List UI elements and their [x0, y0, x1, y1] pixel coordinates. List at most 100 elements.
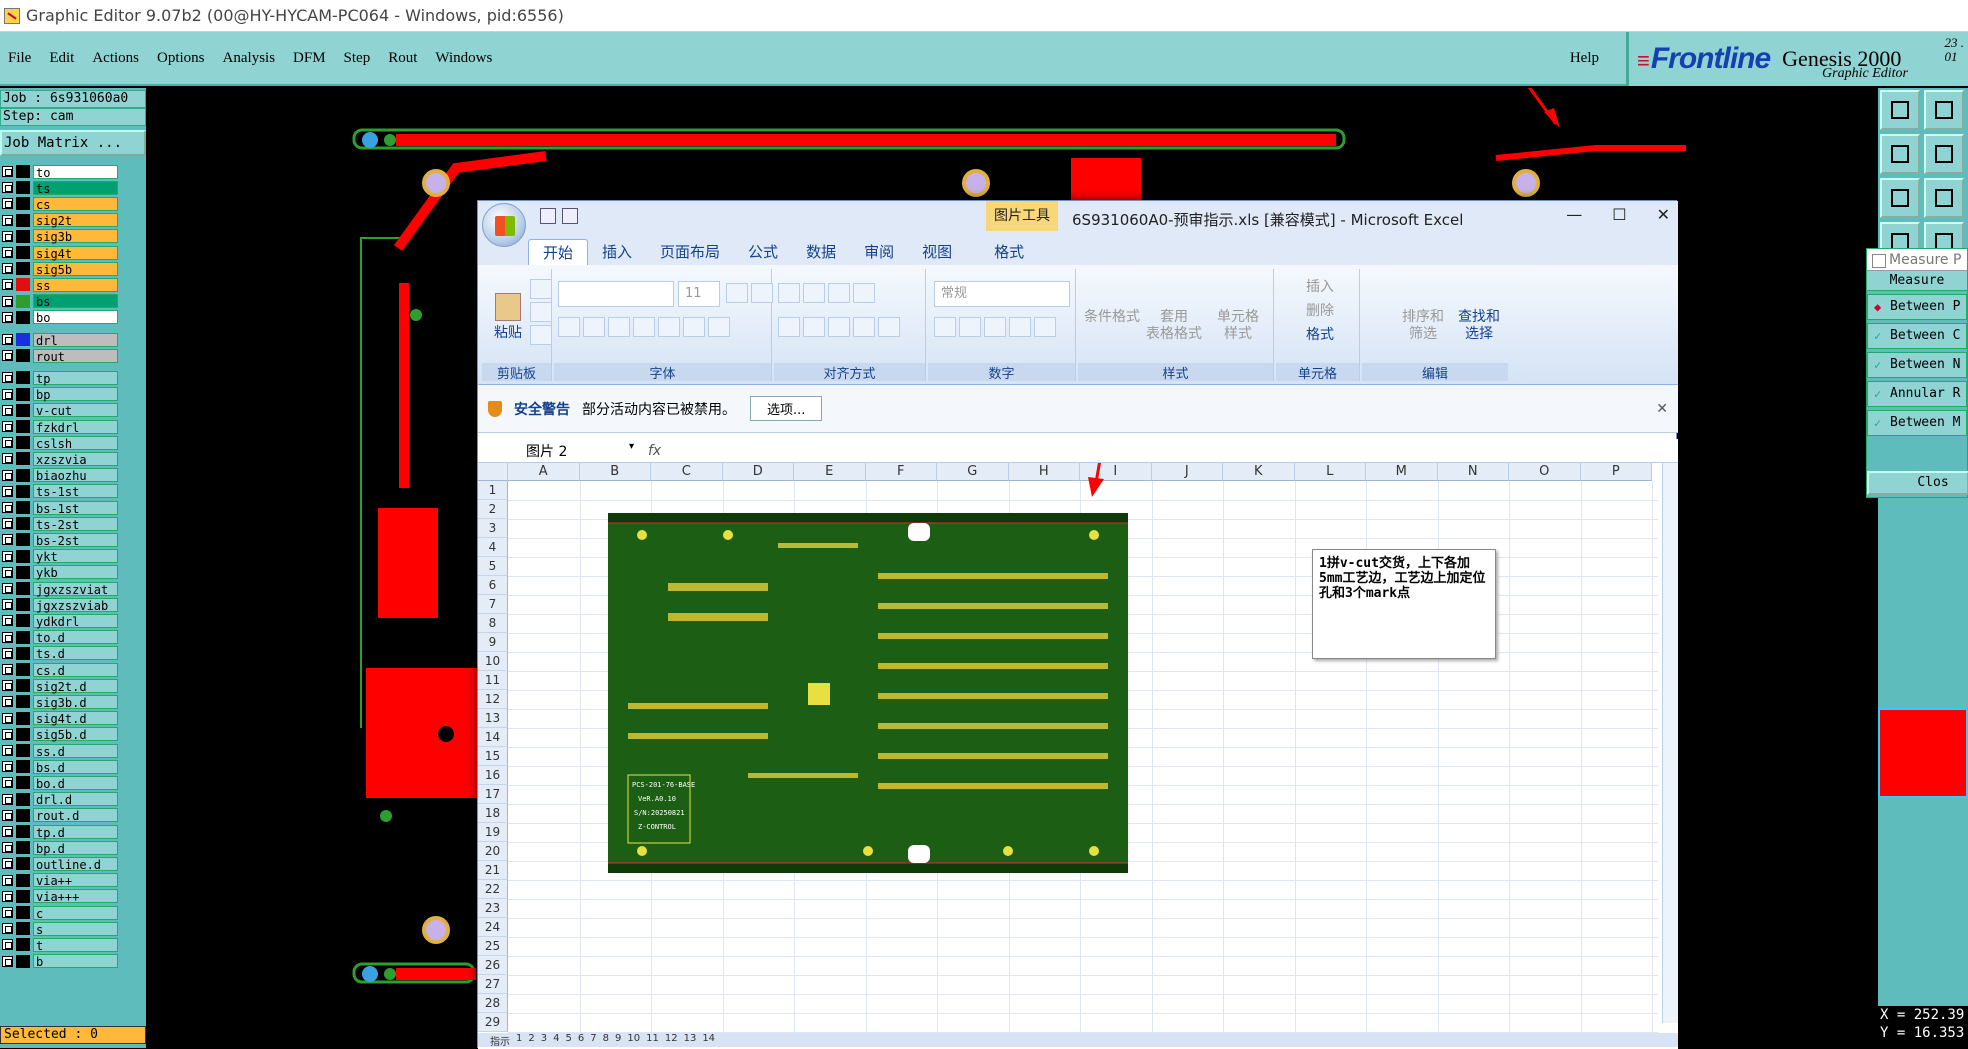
layer-checkbox[interactable]	[2, 485, 13, 497]
layer-row-xzszvia[interactable]: xzszvia	[0, 451, 118, 467]
column-header[interactable]: E	[794, 463, 866, 481]
indent-increase-icon[interactable]	[878, 317, 900, 337]
layer-checkbox[interactable]	[2, 745, 13, 756]
layer-checkbox[interactable]	[2, 809, 13, 821]
layer-row-sig3b[interactable]: sig3b	[0, 229, 118, 244]
layer-checkbox[interactable]	[2, 404, 13, 416]
note-textbox[interactable]: 1拼v-cut交货，上下各加5mm工艺边，工艺边上加定位孔和3个mark点	[1312, 549, 1496, 659]
layer-checkbox[interactable]	[2, 263, 13, 275]
column-header[interactable]: M	[1366, 463, 1438, 481]
layer-row-s[interactable]: s	[0, 921, 118, 937]
layer-checkbox[interactable]	[2, 793, 13, 805]
tool-button-1[interactable]	[1880, 90, 1920, 130]
layer-row-sig4t-d[interactable]: sig4t.d	[0, 711, 118, 726]
row-header[interactable]: 5	[478, 557, 508, 576]
layer-checkbox[interactable]	[2, 858, 13, 870]
row-header[interactable]: 17	[478, 785, 508, 804]
sort-filter-button[interactable]: 排序和 筛选	[1398, 309, 1448, 343]
sheet-tab[interactable]: 12	[665, 1033, 678, 1047]
italic-icon[interactable]	[583, 317, 605, 337]
tab-page-layout[interactable]: 页面布局	[646, 239, 734, 265]
row-header[interactable]: 21	[478, 861, 508, 880]
layer-row-to[interactable]: to	[0, 164, 118, 180]
layer-checkbox[interactable]	[2, 874, 13, 886]
tab-format[interactable]: 格式	[980, 239, 1038, 265]
row-header[interactable]: 3	[478, 519, 508, 538]
align-center-icon[interactable]	[803, 317, 825, 337]
align-right-icon[interactable]	[828, 317, 850, 337]
find-select-button[interactable]: 查找和 选择	[1454, 309, 1504, 343]
layer-row-ts[interactable]: ts	[0, 180, 118, 196]
menu-rout[interactable]: Rout	[379, 50, 426, 67]
layer-checkbox[interactable]	[2, 728, 13, 740]
tool-button-4[interactable]	[1924, 134, 1964, 174]
layer-checkbox[interactable]	[2, 664, 13, 675]
sheet-tab[interactable]: 7	[590, 1033, 596, 1047]
copy-icon[interactable]	[530, 302, 552, 322]
layer-row-ydkdrl[interactable]: ydkdrl	[0, 613, 118, 629]
conditional-format-button[interactable]: 条件格式	[1080, 309, 1144, 326]
cell-styles-button[interactable]: 单元格 样式	[1206, 309, 1270, 343]
layer-row-bo-d[interactable]: bo.d	[0, 775, 118, 791]
layer-checkbox[interactable]	[2, 583, 13, 594]
pcb-picture[interactable]: PCS-201-76-BASE VeR.A0.10 S/N:20250821 Z…	[608, 513, 1128, 873]
layer-checkbox[interactable]	[2, 350, 13, 362]
job-matrix-button[interactable]: Job Matrix ...	[0, 130, 146, 156]
layer-checkbox[interactable]	[2, 182, 13, 194]
tab-home[interactable]: 开始	[528, 239, 589, 265]
layer-checkbox[interactable]	[2, 647, 13, 659]
layer-row-bo[interactable]: bo	[0, 310, 118, 325]
layer-row-bs[interactable]: bs	[0, 294, 118, 309]
layer-checkbox[interactable]	[2, 214, 13, 226]
decrease-decimal-icon[interactable]	[1034, 317, 1056, 337]
sheet-tab[interactable]: 1	[516, 1033, 522, 1047]
measure-option-between-nets[interactable]: Between N	[1867, 352, 1967, 378]
insert-cells-button[interactable]: 插入	[1306, 279, 1334, 296]
format-painter-icon[interactable]	[530, 325, 552, 345]
office-button[interactable]	[482, 203, 526, 247]
menu-step[interactable]: Step	[335, 50, 380, 67]
fill-color-icon[interactable]	[658, 317, 680, 337]
layer-checkbox[interactable]	[2, 469, 13, 481]
layer-checkbox[interactable]	[2, 247, 13, 258]
tool-button-6[interactable]	[1924, 178, 1964, 218]
row-header[interactable]: 25	[478, 937, 508, 956]
layer-row-outline-d[interactable]: outline.d	[0, 856, 118, 872]
layer-checkbox[interactable]	[2, 939, 13, 951]
maximize-icon[interactable]: ☐	[1612, 205, 1626, 224]
layer-row-sig2t[interactable]: sig2t	[0, 213, 118, 228]
row-header[interactable]: 18	[478, 804, 508, 823]
layer-row-sig4t[interactable]: sig4t	[0, 245, 118, 261]
tool-button-2[interactable]	[1924, 90, 1964, 130]
tab-view[interactable]: 视图	[908, 239, 966, 265]
layer-row-c[interactable]: c	[0, 905, 118, 921]
layer-checkbox[interactable]	[2, 295, 13, 307]
row-header[interactable]: 23	[478, 899, 508, 918]
row-header[interactable]: 12	[478, 690, 508, 709]
layer-checkbox[interactable]	[2, 761, 13, 773]
number-format-box[interactable]: 常规	[934, 281, 1070, 307]
layer-row-via-[interactable]: via++	[0, 873, 118, 888]
row-header[interactable]: 16	[478, 766, 508, 785]
layer-checkbox[interactable]	[2, 279, 13, 291]
layer-row-sig5b[interactable]: sig5b	[0, 261, 118, 277]
tab-review[interactable]: 审阅	[850, 239, 908, 265]
layer-checkbox[interactable]	[2, 923, 13, 935]
layer-row-ss-d[interactable]: ss.d	[0, 743, 118, 759]
sheet-tab[interactable]: 14	[702, 1033, 715, 1047]
menu-edit[interactable]: Edit	[40, 50, 83, 67]
menu-dfm[interactable]: DFM	[284, 50, 335, 67]
layer-checkbox[interactable]	[2, 890, 13, 902]
align-top-icon[interactable]	[778, 283, 800, 303]
sheet-tab[interactable]: 9	[615, 1033, 621, 1047]
layer-row-rout[interactable]: rout	[0, 348, 118, 364]
tool-button-3[interactable]	[1880, 134, 1920, 174]
orientation-icon[interactable]	[853, 283, 875, 303]
sheet-tab[interactable]: 2	[528, 1033, 534, 1047]
shrink-font-icon[interactable]	[751, 283, 773, 303]
font-size-box[interactable]: 11	[678, 281, 720, 307]
layer-row-ts-2st[interactable]: ts-2st	[0, 516, 118, 532]
cut-icon[interactable]	[530, 279, 552, 299]
layer-checkbox[interactable]	[2, 437, 13, 449]
menu-options[interactable]: Options	[148, 50, 214, 67]
